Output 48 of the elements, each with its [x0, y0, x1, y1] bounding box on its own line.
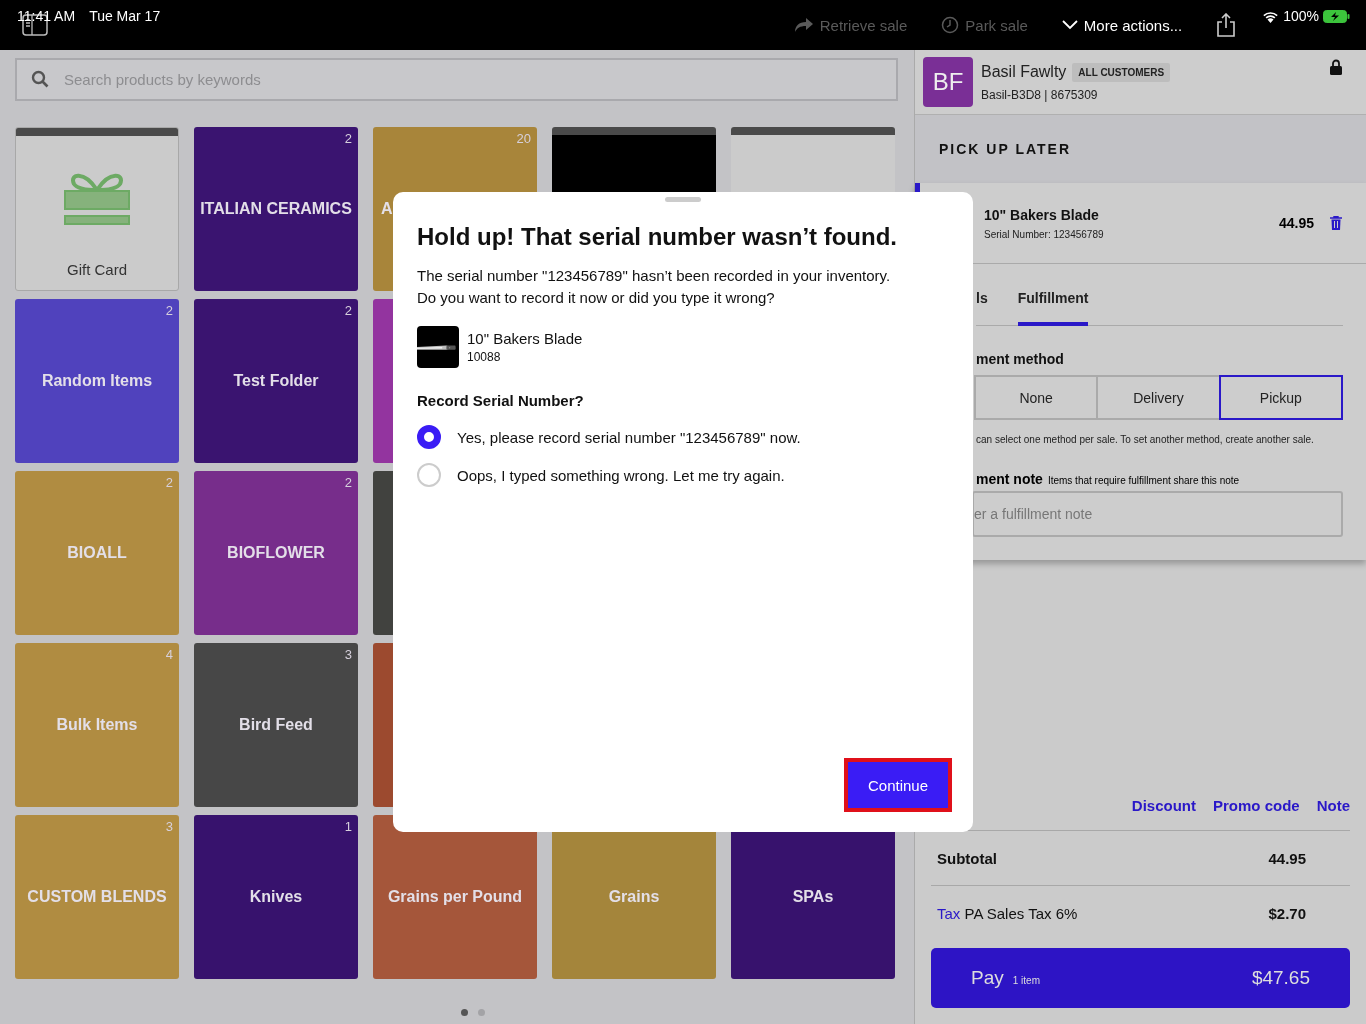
- folder-label: Test Folder: [232, 372, 320, 390]
- item-count: 2: [344, 475, 352, 490]
- method-hint: can select one method per sale. To set another method, create another sale.: [976, 434, 1315, 445]
- item-count: 3: [344, 647, 352, 662]
- tax-value: $2.70: [1268, 905, 1306, 922]
- folder-label: Grains per Pound: [386, 888, 524, 906]
- item-count: 2: [165, 475, 173, 490]
- folder-label: Bulk Items: [55, 716, 139, 734]
- battery-percent: 100%: [1283, 8, 1319, 24]
- folder-label: SPAs: [791, 888, 835, 906]
- item-count: 2: [344, 131, 352, 146]
- status-date: Tue Mar 17: [89, 8, 161, 24]
- customer-name: Basil Fawlty: [981, 63, 1067, 81]
- folder-label: BIOFLOWER: [226, 544, 326, 562]
- folder-label: A: [380, 200, 394, 218]
- product-name: 10" Bakers Blade: [467, 330, 583, 347]
- status-time: 11:41 AM: [17, 8, 76, 24]
- dialog-message: Do you want to record it now or did you type it wrong?: [417, 288, 776, 308]
- folder-label: ITALIAN CERAMICS: [199, 200, 353, 218]
- method-label: ment method: [976, 351, 1065, 367]
- serial-number: Serial Number: 123456789: [984, 228, 1104, 240]
- folder-label: CUSTOM BLENDS: [26, 888, 168, 906]
- item-count: 2: [344, 303, 352, 318]
- subtotal-value: 44.95: [1268, 850, 1306, 867]
- dialog-title: Hold up! That serial number wasn’t found.: [417, 223, 898, 251]
- product-sku: 10088: [467, 350, 502, 364]
- question-label: Record Serial Number?: [417, 392, 585, 409]
- sale-type-heading: PICK UP LATER: [939, 141, 1072, 157]
- item-count: 20: [516, 131, 531, 146]
- tax-label: PA Sales Tax 6%: [964, 905, 1078, 922]
- line-item-name: 10" Bakers Blade: [984, 206, 1100, 223]
- note-hint: Items that require fulfillment share this note: [1047, 475, 1240, 486]
- folder-label: Random Items: [40, 372, 154, 390]
- note-label: ment note: [976, 471, 1043, 487]
- customer-avatar: BF: [923, 57, 973, 107]
- line-item-price: 44.95: [1278, 215, 1314, 231]
- item-count: 3: [165, 819, 173, 834]
- customer-group-badge: ALL CUSTOMERS: [1072, 62, 1171, 82]
- subtotal-label: Subtotal: [937, 850, 997, 867]
- item-count: 1: [344, 819, 352, 834]
- customer-details: Basil-B3D8 | 8675309: [981, 87, 1099, 102]
- folder-label: Grains: [607, 888, 661, 906]
- folder-label: Bird Feed: [238, 716, 314, 734]
- folder-label: Knives: [248, 888, 304, 906]
- item-count: 2: [165, 303, 173, 318]
- item-count: 4: [165, 647, 173, 662]
- folder-label: BIOALL: [66, 544, 128, 562]
- dialog-message: The serial number "123456789" hasn’t been recorded in your inventory.: [417, 266, 892, 286]
